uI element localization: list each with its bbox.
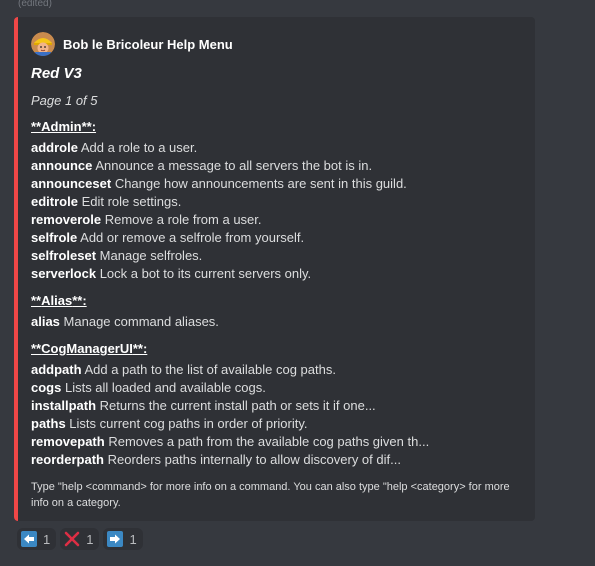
command-description: Remove a role from a user. [104,212,262,227]
embed-author-name: Bob le Bricoleur Help Menu [63,36,233,52]
section-heading-label: **CogManagerUI**: [31,341,148,356]
command-row: selfrole Add or remove a selfrole from y… [31,229,527,247]
bob-builder-avatar-icon [31,32,55,56]
command-description: Lists current cog paths in order of prio… [69,416,308,431]
section-heading: **Admin**: [31,119,527,135]
command-description: Manage command aliases. [63,314,219,329]
command-name: announce [31,158,93,173]
command-name: selfrole [31,230,78,245]
command-description: Add a path to the list of available cog … [84,362,336,377]
command-description: Edit role settings. [81,194,182,209]
command-description: Manage selfroles. [99,248,203,263]
command-description: Add or remove a selfrole from yourself. [80,230,305,245]
command-name: addpath [31,362,82,377]
command-row: installpath Returns the current install … [31,397,527,415]
command-row: addrole Add a role to a user. [31,139,527,157]
command-row: removepath Removes a path from the avail… [31,433,527,451]
command-description: Lists all loaded and available cogs. [64,380,266,395]
command-row: announceset Change how announcements are… [31,175,527,193]
command-sections: **Admin**: addrole Add a role to a user. a… [31,119,527,469]
command-name: cogs [31,380,62,395]
reaction-count: 1 [86,531,94,547]
edited-label: (edited) [18,0,52,9]
section-cogmanagerui: **CogManagerUI**: addpath Add a path to t… [31,341,527,469]
arrow-left-icon [21,531,37,547]
reaction-count: 1 [129,531,137,547]
command-name: installpath [31,398,97,413]
command-row: serverlock Lock a bot to its current ser… [31,265,527,283]
command-description: Announce a message to all servers the bo… [95,158,373,173]
embed-title: Red V3 [31,65,82,82]
command-row: removerole Remove a role from a user. [31,211,527,229]
section-heading-label: **Alias**: [31,293,87,308]
reactions-bar: 1 1 1 [17,528,147,550]
command-row: alias Manage command aliases. [31,313,527,331]
message: (edited) Bob le Bricoleur Help Menu Red … [0,0,595,566]
command-name: announceset [31,176,112,191]
command-row: paths Lists current cog paths in order o… [31,415,527,433]
reaction-previous-page[interactable]: 1 [17,528,57,550]
command-name: reorderpath [31,452,104,467]
page-indicator: Page 1 of 5 [31,93,98,108]
command-name: addrole [31,140,78,155]
section-heading: **Alias**: [31,293,527,309]
cross-mark-icon [64,531,80,547]
command-row: announce Announce a message to all serve… [31,157,527,175]
command-name: serverlock [31,266,97,281]
command-row: cogs Lists all loaded and available cogs… [31,379,527,397]
command-row: selfroleset Manage selfroles. [31,247,527,265]
command-description: Lock a bot to its current servers only. [99,266,312,281]
command-name: removepath [31,434,105,449]
section-alias: **Alias**: alias Manage command aliases. [31,293,527,331]
command-description: Reorders paths internally to allow disco… [107,452,401,467]
command-name: paths [31,416,66,431]
command-description: Change how announcements are sent in thi… [114,176,407,191]
section-admin: **Admin**: addrole Add a role to a user. a… [31,119,527,283]
reaction-count: 1 [43,531,51,547]
command-name: editrole [31,194,78,209]
command-name: removerole [31,212,102,227]
section-heading-label: **Admin**: [31,119,97,134]
arrow-right-icon [107,531,124,547]
command-description: Add a role to a user. [80,140,198,155]
embed-accent-bar [14,17,18,521]
command-name: alias [31,314,60,329]
command-row: editrole Edit role settings. [31,193,527,211]
reaction-close-menu[interactable]: 1 [60,528,100,550]
embed-author: Bob le Bricoleur Help Menu [31,30,527,58]
embed-footer-text: Type "help <command> for more info on a … [31,481,510,509]
command-row: reorderpath Reorders paths internally to… [31,451,527,469]
command-description: Removes a path from the available cog pa… [108,434,430,449]
command-row: addpath Add a path to the list of availa… [31,361,527,379]
help-embed: Bob le Bricoleur Help Menu Red V3 Page 1… [14,17,535,521]
command-name: selfroleset [31,248,97,263]
command-description: Returns the current install path or sets… [99,398,376,413]
section-heading: **CogManagerUI**: [31,341,527,357]
reaction-next-page[interactable]: 1 [103,528,143,550]
